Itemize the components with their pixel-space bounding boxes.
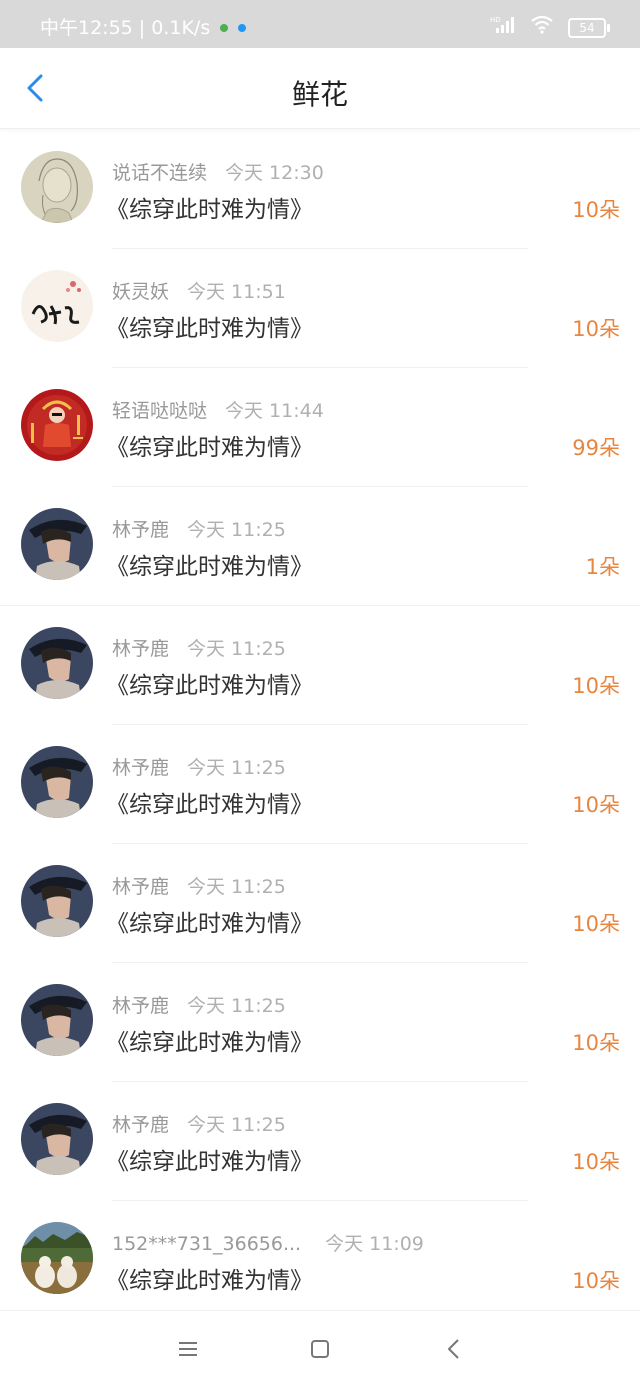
sender-name: 林予鹿: [112, 638, 170, 660]
status-bar: 中午12:55 | 0.1K/s HD 54: [0, 0, 640, 48]
flower-amount: 10朵: [572, 674, 620, 698]
flowers-page: 中午12:55 | 0.1K/s HD 54 鲜花 说话不连续 今天 12:30…: [0, 0, 640, 1387]
back-triangle-icon: [448, 1339, 459, 1359]
sender-name: 轻语哒哒哒: [112, 400, 208, 422]
book-title: 《综穿此时难为情》: [106, 911, 313, 937]
flower-amount: 10朵: [572, 1150, 620, 1174]
sender-meta: 说话不连续 今天 12:30: [112, 158, 324, 185]
list-item[interactable]: 林予鹿 今天 11:25 《综穿此时难为情》 10朵: [0, 1082, 640, 1201]
sender-meta: 152***731_36656... 今天 11:09: [112, 1229, 424, 1256]
svg-text:HD: HD: [490, 16, 501, 24]
book-title: 《综穿此时难为情》: [106, 1030, 313, 1056]
sender-name: 说话不连续: [112, 162, 208, 184]
book-title: 《综穿此时难为情》: [106, 435, 313, 461]
menu-icon: [179, 1342, 197, 1356]
flower-amount: 10朵: [572, 198, 620, 222]
flower-amount: 99朵: [572, 436, 620, 460]
avatar[interactable]: [21, 984, 93, 1056]
sender-name: 林予鹿: [112, 757, 170, 779]
flower-amount: 10朵: [572, 1269, 620, 1293]
sender-meta: 林予鹿 今天 11:25: [112, 872, 286, 899]
avatar[interactable]: [21, 746, 93, 818]
gift-time: 今天 11:25: [187, 995, 286, 1017]
avatar[interactable]: [21, 865, 93, 937]
battery-icon: 54: [568, 18, 610, 38]
avatar[interactable]: [21, 1222, 93, 1294]
list-item[interactable]: 说话不连续 今天 12:30 《综穿此时难为情》 10朵: [0, 130, 640, 249]
home-square-icon: [311, 1340, 329, 1358]
avatar[interactable]: [21, 508, 93, 580]
notification-dot-icon: [238, 24, 247, 32]
sender-meta: 林予鹿 今天 11:25: [112, 634, 286, 661]
flower-gift-list: 说话不连续 今天 12:30 《综穿此时难为情》 10朵 妖灵妖 今天 11:5…: [0, 130, 640, 1320]
flower-amount: 10朵: [572, 317, 620, 341]
list-item[interactable]: 林予鹿 今天 11:25 《综穿此时难为情》 1朵: [0, 487, 640, 606]
sender-meta: 轻语哒哒哒 今天 11:44: [112, 396, 324, 423]
avatar[interactable]: [21, 270, 93, 342]
sender-name: 152***731_36656...: [112, 1233, 302, 1255]
gift-time: 今天 12:30: [225, 162, 324, 184]
gift-time: 今天 11:25: [187, 757, 286, 779]
gift-time: 今天 11:25: [187, 1114, 286, 1136]
book-title: 《综穿此时难为情》: [106, 554, 313, 580]
sender-meta: 林予鹿 今天 11:25: [112, 991, 286, 1018]
sender-name: 林予鹿: [112, 1114, 170, 1136]
sender-meta: 林予鹿 今天 11:25: [112, 753, 286, 780]
flower-amount: 1朵: [585, 555, 620, 579]
home-button[interactable]: [308, 1337, 332, 1361]
sender-meta: 林予鹿 今天 11:25: [112, 515, 286, 542]
flower-amount: 10朵: [572, 912, 620, 936]
header: 鲜花: [0, 48, 640, 129]
sender-meta: 林予鹿 今天 11:25: [112, 1110, 286, 1137]
gift-time: 今天 11:09: [325, 1233, 424, 1255]
book-title: 《综穿此时难为情》: [106, 792, 313, 818]
list-item[interactable]: 妖灵妖 今天 11:51 《综穿此时难为情》 10朵: [0, 249, 640, 368]
gift-time: 今天 11:25: [187, 638, 286, 660]
gift-time: 今天 11:44: [225, 400, 324, 422]
sender-meta: 妖灵妖 今天 11:51: [112, 277, 286, 304]
page-title: 鲜花: [291, 78, 348, 111]
flower-amount: 10朵: [572, 1031, 620, 1055]
gift-time: 今天 11:25: [187, 519, 286, 541]
book-title: 《综穿此时难为情》: [106, 673, 313, 699]
avatar[interactable]: [21, 389, 93, 461]
sender-name: 林予鹿: [112, 995, 170, 1017]
book-title: 《综穿此时难为情》: [106, 1149, 313, 1175]
book-title: 《综穿此时难为情》: [106, 197, 313, 223]
avatar[interactable]: [21, 1103, 93, 1175]
list-item[interactable]: 林予鹿 今天 11:25 《综穿此时难为情》 10朵: [0, 963, 640, 1082]
gift-time: 今天 11:25: [187, 876, 286, 898]
list-item[interactable]: 林予鹿 今天 11:25 《综穿此时难为情》 10朵: [0, 606, 640, 725]
system-navbar: [0, 1310, 640, 1387]
menu-button[interactable]: [176, 1337, 200, 1361]
sender-name: 妖灵妖: [112, 281, 170, 303]
avatar[interactable]: [21, 151, 93, 223]
sender-name: 林予鹿: [112, 876, 170, 898]
sender-name: 林予鹿: [112, 519, 170, 541]
flower-amount: 10朵: [572, 793, 620, 817]
list-item[interactable]: 152***731_36656... 今天 11:09 《综穿此时难为情》 10朵: [0, 1201, 640, 1320]
list-item[interactable]: 轻语哒哒哒 今天 11:44 《综穿此时难为情》 99朵: [0, 368, 640, 487]
system-back-button[interactable]: [442, 1337, 466, 1361]
list-item[interactable]: 林予鹿 今天 11:25 《综穿此时难为情》 10朵: [0, 844, 640, 963]
notification-dot-icon: [220, 24, 229, 32]
avatar[interactable]: [21, 627, 93, 699]
book-title: 《综穿此时难为情》: [106, 316, 313, 342]
list-item[interactable]: 林予鹿 今天 11:25 《综穿此时难为情》 10朵: [0, 725, 640, 844]
gift-time: 今天 11:51: [187, 281, 286, 303]
book-title: 《综穿此时难为情》: [106, 1268, 313, 1294]
